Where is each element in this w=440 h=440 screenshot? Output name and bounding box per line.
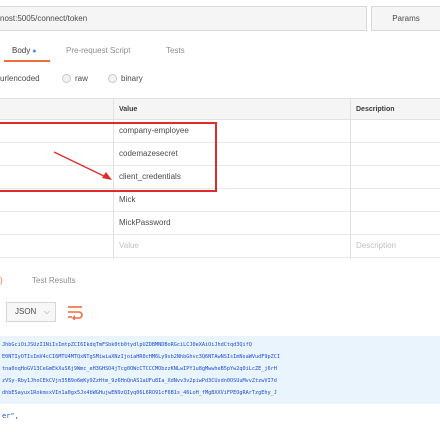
code-line: JhbGciOiJSUzI1NiIsImtpZCI6IkdqTmFSbk0tb0… (2, 342, 252, 348)
code-line: zVSy-Rby1JhoCEkCVjn35B9o6mKy9ZzHtm_9z6Hn… (2, 378, 277, 384)
code-line: E0NTIyOTIsImV4cCI6MTU4MTQxNTgSMiwiaXNzIj… (2, 354, 280, 360)
tab-test-results[interactable]: Test Results (32, 276, 76, 285)
response-tabs: ) Test Results (0, 272, 440, 288)
tab-response-partial[interactable]: ) (0, 276, 3, 285)
response-format-bar: JSON ⌵ (0, 302, 440, 324)
code-line: dhbESayux1RokmsxVIn1a0gx5Jx4bWGHujwEN9zQ… (2, 390, 277, 396)
code-line: er", (2, 412, 19, 420)
chevron-down-icon: ⌵ (43, 307, 50, 316)
code-line: tna0oqHoGV13CeGmEkXuS6j9Wmc_eH3GHSO4jTcg… (2, 366, 277, 372)
wrap-lines-icon[interactable] (66, 304, 84, 320)
format-select[interactable]: JSON ⌵ (6, 302, 56, 322)
response-body: JhbGciOiJSUzI1NiIsImtpZCI6IkdqTmFSbk0tb0… (0, 336, 440, 404)
